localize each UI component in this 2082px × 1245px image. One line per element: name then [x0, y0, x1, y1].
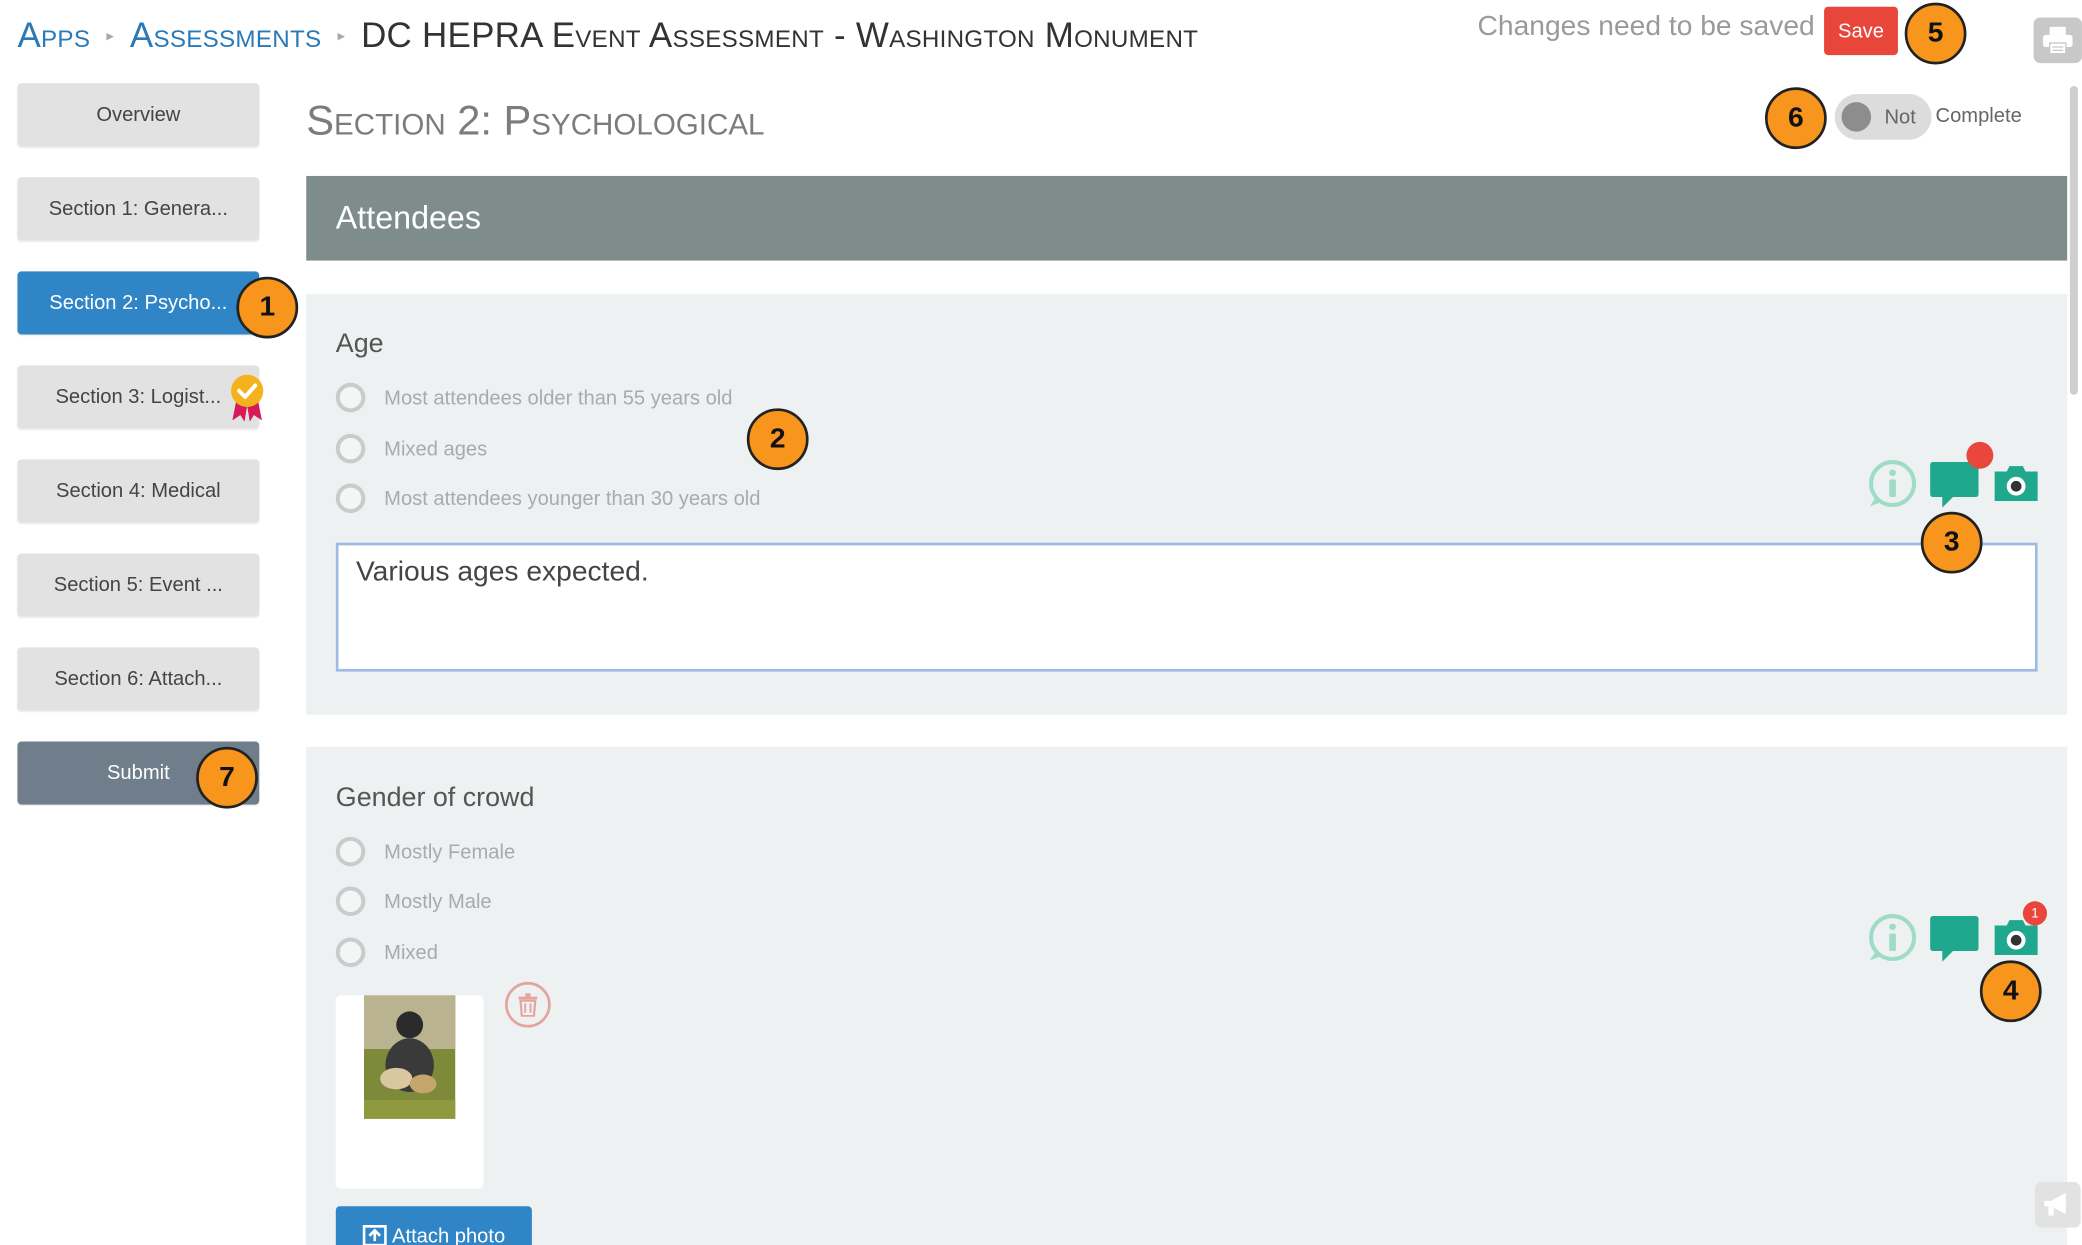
breadcrumb-separator-icon: ▸: [337, 27, 345, 44]
sidebar-item-overview[interactable]: Overview: [17, 83, 260, 147]
question-age: Age Most attendees older than 55 years o…: [306, 294, 2068, 715]
radio-button[interactable]: [335, 433, 366, 464]
page-title: DC HEPRA Event Assessment - Washington M…: [361, 14, 1199, 55]
camera-icon[interactable]: 1: [1991, 901, 2048, 963]
notes-textarea[interactable]: Various ages expected.: [335, 542, 2038, 672]
breadcrumb: Apps ▸ Assessments ▸ DC HEPRA Event Asse…: [17, 11, 1198, 59]
breadcrumb-separator-icon: ▸: [106, 27, 114, 44]
radio-option-younger-30[interactable]: Most attendees younger than 30 years old: [335, 483, 761, 514]
question-actions: 1: [1867, 901, 2048, 963]
radio-label: Mostly Male: [384, 889, 492, 913]
toggle-state-label: Not: [1884, 105, 1916, 129]
radio-option-mixed-ages[interactable]: Mixed ages: [335, 433, 488, 464]
sidebar-item-section-6[interactable]: Section 6: Attach...: [17, 647, 260, 711]
attach-photo-label: Attach photo: [392, 1224, 506, 1245]
upload-image-icon: [362, 1224, 387, 1245]
radio-button[interactable]: [335, 483, 366, 514]
sidebar-item-section-2[interactable]: Section 2: Psycho...: [17, 271, 260, 335]
printer-icon: [2043, 26, 2073, 55]
sidebar-item-section-4[interactable]: Section 4: Medical: [17, 459, 260, 523]
toggle-knob: [1841, 102, 1872, 132]
callout-6: 6: [1764, 87, 1827, 150]
feedback-button[interactable]: [2034, 1182, 2081, 1228]
info-icon[interactable]: [1867, 458, 1918, 509]
radio-option-mostly-female[interactable]: Mostly Female: [335, 836, 516, 867]
sidebar-item-section-3[interactable]: Section 3: Logist...: [17, 365, 260, 429]
callout-4: 4: [1979, 960, 2042, 1023]
breadcrumb-apps-link[interactable]: Apps: [17, 14, 90, 56]
delete-photo-button[interactable]: [505, 981, 551, 1028]
radio-button[interactable]: [335, 382, 366, 413]
radio-button[interactable]: [335, 836, 366, 867]
megaphone-icon: [2044, 1192, 2066, 1216]
complete-label: Complete: [1935, 104, 2022, 128]
callout-7: 7: [196, 746, 258, 809]
callout-2: 2: [746, 408, 809, 471]
radio-label: Most attendees older than 55 years old: [384, 386, 733, 410]
question-label: Gender of crowd: [335, 783, 535, 813]
radio-label: Most attendees younger than 30 years old: [384, 486, 761, 510]
radio-option-mixed[interactable]: Mixed: [335, 937, 438, 968]
question-actions: [1867, 441, 2042, 509]
trash-icon: [518, 993, 538, 1017]
question-gender: Gender of crowd Mostly Female Mostly Mal…: [306, 746, 2068, 1245]
section-title: Section 2: Psychological: [306, 96, 765, 144]
photo-thumbnail: [364, 995, 456, 1119]
attach-photo-button[interactable]: Attach photo: [335, 1206, 532, 1245]
camera-icon[interactable]: [1991, 458, 2042, 509]
photo-count-badge: 1: [2022, 901, 2048, 926]
callout-1: 1: [236, 276, 299, 339]
sidebar-item-section-5[interactable]: Section 5: Event ...: [17, 553, 260, 617]
radio-label: Mostly Female: [384, 840, 516, 864]
panel-title: Attendees: [335, 199, 481, 236]
comment-icon[interactable]: [1929, 912, 1980, 963]
radio-label: Mixed ages: [384, 437, 488, 461]
award-check-icon: [231, 374, 264, 422]
save-button[interactable]: Save: [1824, 6, 1898, 56]
save-status-text: Changes need to be saved: [1477, 10, 1815, 42]
print-button[interactable]: [2033, 17, 2082, 64]
comment-icon[interactable]: [1929, 441, 1994, 509]
question-label: Age: [335, 329, 384, 359]
panel-header-attendees: Attendees: [306, 175, 2068, 261]
radio-option-older-55[interactable]: Most attendees older than 55 years old: [335, 382, 733, 413]
info-icon[interactable]: [1867, 912, 1918, 963]
scrollbar[interactable]: [2069, 85, 2078, 395]
radio-option-mostly-male[interactable]: Mostly Male: [335, 886, 492, 917]
photo-thumbnail-card[interactable]: [335, 995, 484, 1189]
comment-note-indicator: [1966, 441, 1994, 469]
radio-button[interactable]: [335, 886, 366, 917]
callout-5: 5: [1904, 2, 1967, 65]
complete-toggle[interactable]: Not: [1834, 94, 1932, 140]
sidebar-item-section-1[interactable]: Section 1: Genera...: [17, 177, 260, 241]
radio-button[interactable]: [335, 937, 366, 968]
breadcrumb-assessments-link[interactable]: Assessments: [130, 14, 322, 56]
radio-label: Mixed: [384, 940, 438, 964]
callout-3: 3: [1920, 511, 1983, 574]
